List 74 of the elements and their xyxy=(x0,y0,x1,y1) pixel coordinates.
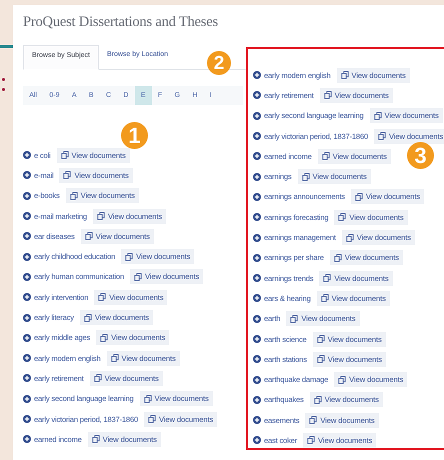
documents-icon xyxy=(100,334,108,342)
documents-icon xyxy=(323,274,332,282)
documents-icon xyxy=(374,112,382,120)
expand-icon[interactable] xyxy=(23,293,31,302)
documents-icon xyxy=(340,71,348,80)
expand-icon[interactable] xyxy=(23,151,31,160)
callout-badge: 3 xyxy=(407,142,434,169)
documents-icon xyxy=(60,151,69,160)
documents-icon xyxy=(322,152,330,160)
documents-icon xyxy=(320,294,329,302)
page-title: ProQuest Dissertations and Theses xyxy=(23,14,219,31)
documents-icon xyxy=(148,415,156,423)
expand-icon[interactable] xyxy=(23,192,31,200)
documents-icon xyxy=(307,436,316,444)
expand-icon[interactable] xyxy=(23,415,31,423)
documents-icon xyxy=(110,354,118,362)
documents-icon xyxy=(334,254,342,262)
documents-icon xyxy=(309,416,318,424)
expand-icon[interactable] xyxy=(253,254,261,262)
documents-icon xyxy=(338,376,346,384)
documents-icon xyxy=(144,394,152,403)
expand-icon[interactable] xyxy=(253,376,261,384)
expand-icon[interactable] xyxy=(253,416,261,424)
documents-icon xyxy=(84,314,92,322)
expand-icon[interactable] xyxy=(253,172,261,181)
expand-icon[interactable] xyxy=(23,171,31,180)
expand-icon[interactable] xyxy=(253,355,261,364)
documents-icon xyxy=(316,355,325,364)
expand-icon[interactable] xyxy=(23,435,31,444)
documents-icon xyxy=(94,374,102,382)
documents-icon xyxy=(98,293,106,302)
expand-icon[interactable] xyxy=(253,335,261,343)
expand-icon[interactable] xyxy=(253,234,261,242)
documents-icon xyxy=(84,232,93,240)
documents-icon xyxy=(346,234,354,242)
expand-icon[interactable] xyxy=(253,213,261,222)
expand-icon[interactable] xyxy=(23,374,31,382)
documents-icon xyxy=(290,314,298,323)
expand-icon[interactable] xyxy=(253,91,261,100)
expand-icon[interactable] xyxy=(253,436,261,444)
documents-icon xyxy=(134,272,142,281)
expand-icon[interactable] xyxy=(253,132,261,140)
documents-icon xyxy=(378,132,386,140)
callout-badge: 2 xyxy=(207,51,231,75)
expand-icon[interactable] xyxy=(253,294,261,302)
expand-icon[interactable] xyxy=(253,152,261,160)
bullet-dot xyxy=(2,88,5,91)
expand-icon[interactable] xyxy=(23,272,31,281)
documents-icon xyxy=(70,192,78,200)
expand-icon[interactable] xyxy=(253,274,261,282)
expand-icon[interactable] xyxy=(253,192,261,201)
expand-icon[interactable] xyxy=(23,354,31,362)
documents-icon xyxy=(96,212,105,220)
documents-icon xyxy=(316,335,325,343)
expand-icon[interactable] xyxy=(23,334,31,342)
documents-icon xyxy=(302,172,310,181)
expand-icon[interactable] xyxy=(253,71,261,80)
expand-icon[interactable] xyxy=(23,394,31,403)
expand-icon[interactable] xyxy=(23,212,31,220)
documents-icon xyxy=(324,91,332,100)
documents-icon xyxy=(314,396,322,404)
expand-icon[interactable] xyxy=(253,314,261,323)
documents-icon xyxy=(92,435,100,444)
expand-icon[interactable] xyxy=(23,314,31,322)
documents-icon xyxy=(125,252,134,261)
documents-icon xyxy=(338,213,346,222)
expand-icon[interactable] xyxy=(253,396,261,404)
documents-icon xyxy=(354,192,363,201)
expand-icon[interactable] xyxy=(23,252,31,261)
callout-badge: 1 xyxy=(121,122,148,149)
bullet-dot xyxy=(2,78,5,81)
documents-icon xyxy=(63,171,72,180)
expand-icon[interactable] xyxy=(23,232,31,240)
expand-icon[interactable] xyxy=(253,112,261,120)
